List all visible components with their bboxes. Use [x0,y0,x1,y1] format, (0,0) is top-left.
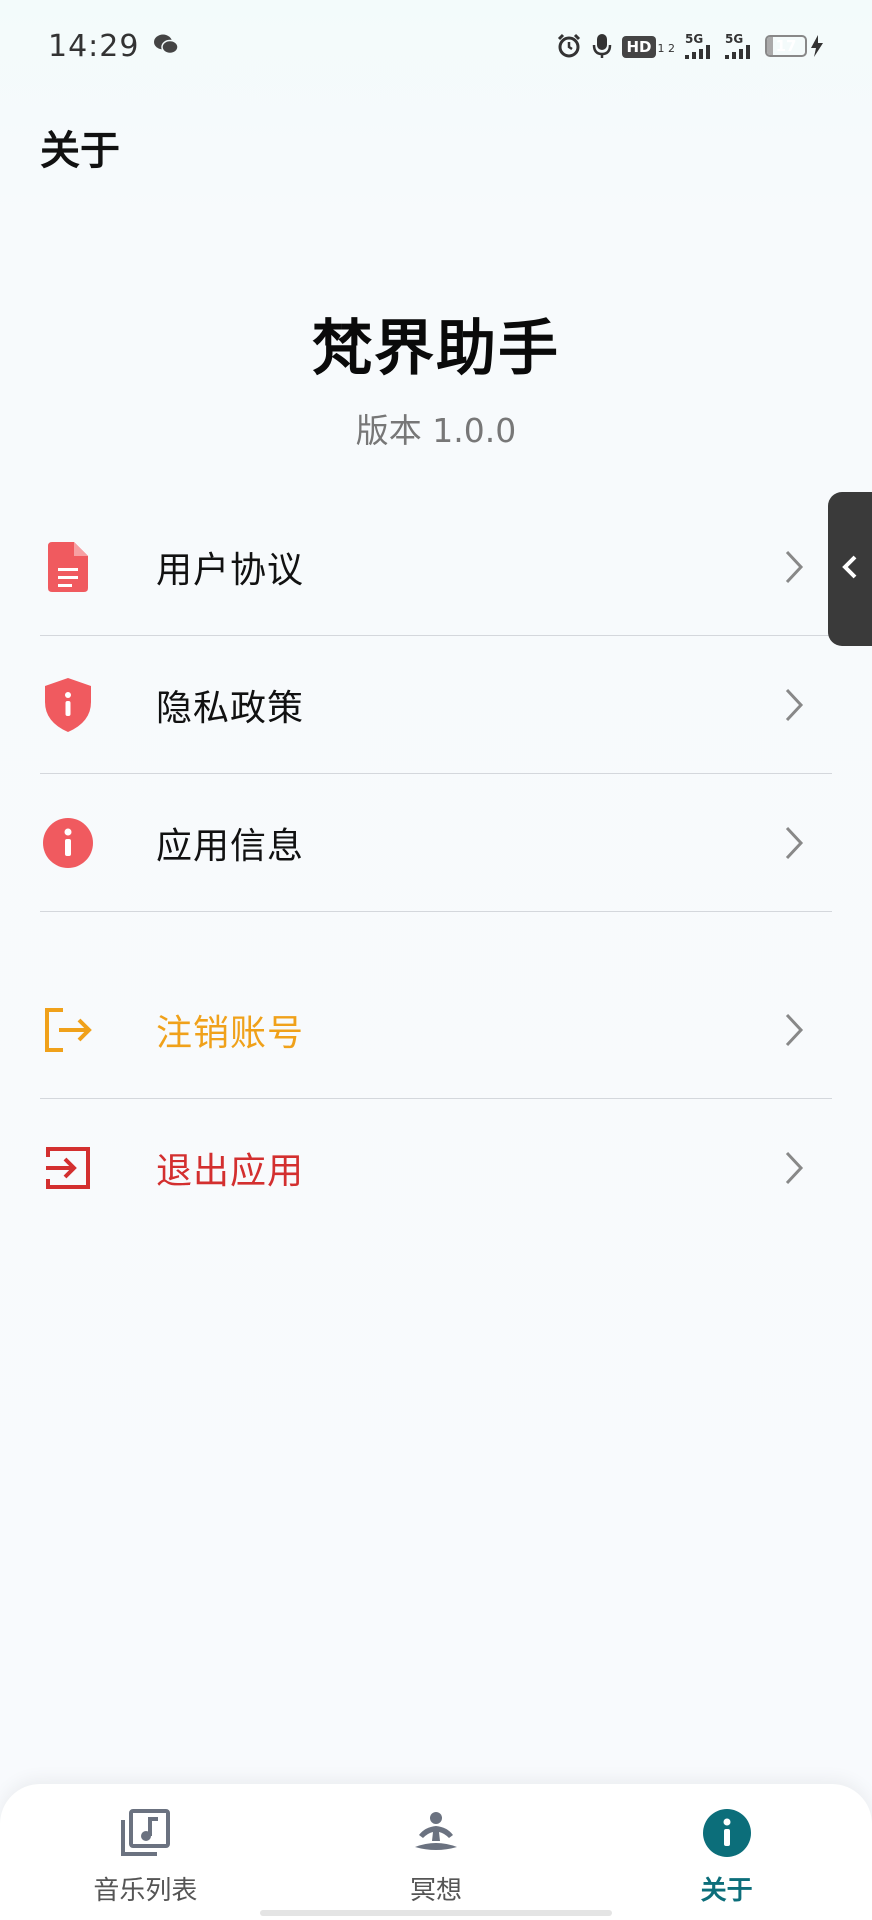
hd-badge: HD 1 2 [622,35,675,58]
menu-item-label: 应用信息 [156,825,305,867]
menu-item-label: 用户协议 [156,549,305,591]
shield-info-icon [40,677,96,733]
signal-bars-icon [685,45,710,59]
menu-item-label: 注销账号 [156,1012,305,1054]
status-bar: 14:29 HD 1 2 5G 5G 17 [0,0,872,92]
document-icon [40,539,96,595]
account-menu: 注销账号 退出应用 [40,961,832,1237]
nav-item-about[interactable]: 关于 [581,1784,872,1920]
alarm-icon [556,33,582,59]
menu-item-privacy-policy[interactable]: 隐私政策 [40,636,832,774]
chevron-left-icon [841,554,859,584]
menu-item-label: 隐私政策 [156,687,305,729]
status-left: 14:29 [48,28,180,64]
battery-indicator: 17 [765,35,824,57]
logout-arrow-icon [40,1002,96,1058]
exit-box-icon [40,1140,96,1196]
menu-item-user-agreement[interactable]: 用户协议 [40,498,832,636]
sim1-signal: 5G [685,33,715,59]
sim2-signal: 5G [725,33,755,59]
page-title: 关于 [40,128,120,174]
home-indicator[interactable] [260,1910,612,1916]
menu-item-delete-account[interactable]: 注销账号 [40,961,832,1099]
chevron-right-icon [784,1150,804,1190]
nav-item-music-list[interactable]: 音乐列表 [0,1784,291,1920]
nav-item-meditation[interactable]: 冥想 [291,1784,582,1920]
status-time: 14:29 [48,28,140,64]
menu-item-label: 退出应用 [156,1151,305,1192]
wechat-icon [153,33,180,59]
menu-item-app-info[interactable]: 应用信息 [40,774,832,912]
charging-icon [811,35,823,57]
menu-item-exit-app[interactable]: 退出应用 [40,1099,832,1237]
meditation-icon [411,1806,461,1860]
info-icon [702,1806,752,1860]
battery-level: 17 [775,37,797,55]
microphone-icon [592,32,612,60]
chevron-right-icon [784,825,804,865]
status-right: HD 1 2 5G 5G 17 [556,32,824,60]
info-menu: 用户协议 隐私政策 应用信息 [40,498,832,912]
nav-label: 冥想 [410,1876,463,1906]
chevron-right-icon [784,687,804,727]
signal-bars-icon [725,45,750,59]
chevron-right-icon [784,1012,804,1052]
music-library-icon [119,1806,171,1860]
app-version: 版本 1.0.0 [355,411,517,450]
chevron-right-icon [784,549,804,589]
nav-label: 音乐列表 [93,1876,198,1906]
bottom-navigation: 音乐列表 冥想 关于 [0,1784,872,1920]
app-name: 梵界助手 [312,314,560,384]
side-panel-handle[interactable] [828,492,872,646]
info-circle-icon [40,815,96,871]
nav-label: 关于 [700,1876,753,1906]
